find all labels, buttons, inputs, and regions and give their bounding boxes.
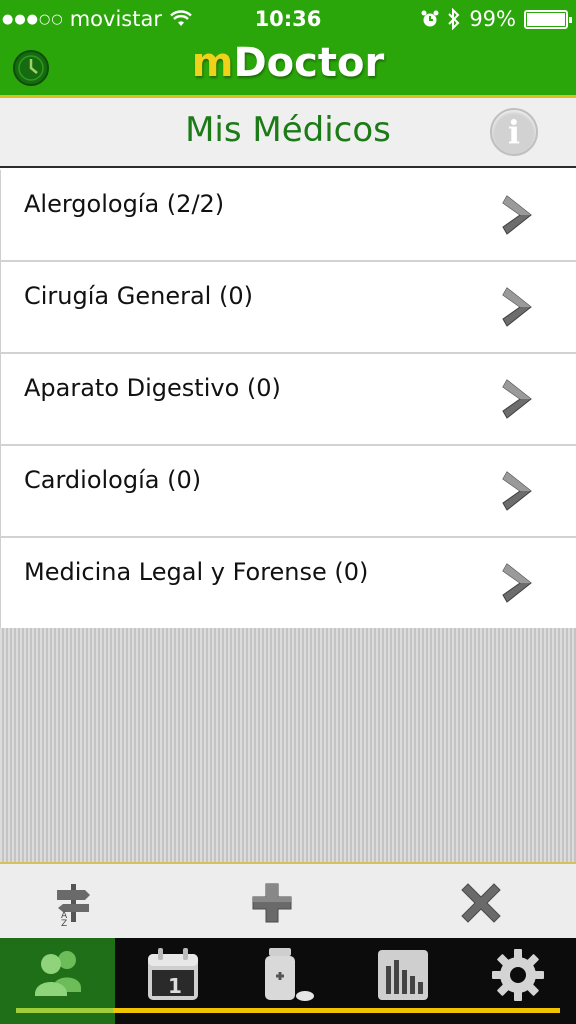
specialty-list: Alergología (2/2) Cirugía General (0) Ap… — [0, 170, 576, 630]
battery-icon — [524, 9, 572, 29]
svg-text:Z: Z — [61, 919, 67, 928]
info-icon: i — [507, 113, 521, 151]
list-item-label: Alergología (2/2) — [24, 190, 225, 218]
battery-percent: 99% — [469, 7, 516, 31]
list-item[interactable]: Cardiología (0) — [0, 446, 576, 538]
chevron-right-icon — [502, 195, 532, 235]
tab-indicator-active — [16, 1008, 113, 1013]
status-right: 99% — [421, 7, 572, 31]
app-title-prefix: m — [191, 40, 234, 86]
list-item[interactable]: Aparato Digestivo (0) — [0, 354, 576, 446]
info-button[interactable]: i — [490, 108, 538, 156]
calendar-day: 1 — [168, 974, 182, 998]
sort-az-signpost-icon: A Z — [57, 884, 90, 929]
chevron-right-icon — [502, 563, 532, 603]
medication-icon — [265, 948, 314, 1001]
app-title-rest: Doctor — [233, 40, 385, 86]
status-bar: ●●●○○ movistar 10:36 99% — [0, 0, 576, 38]
list-item[interactable]: Medicina Legal y Forense (0) — [0, 538, 576, 630]
chevron-right-icon — [502, 287, 532, 327]
stats-icon — [378, 950, 428, 1000]
settings-icon — [492, 949, 544, 1001]
list-item-label: Cirugía General (0) — [24, 282, 253, 310]
sort-az-button[interactable]: A Z — [49, 878, 99, 929]
calendar-icon: 1 — [148, 948, 198, 1000]
chevron-right-icon — [502, 471, 532, 511]
doctors-icon — [35, 951, 81, 996]
list-background — [0, 628, 576, 862]
delete-button[interactable] — [456, 878, 506, 928]
close-icon — [461, 883, 501, 923]
chevron-right-icon — [502, 379, 532, 419]
list-item[interactable]: Alergología (2/2) — [0, 170, 576, 262]
bluetooth-icon — [448, 8, 460, 30]
app-title: mDoctor — [0, 40, 576, 86]
list-item-label: Medicina Legal y Forense (0) — [24, 558, 369, 586]
list-item-label: Cardiología (0) — [24, 466, 202, 494]
alarm-icon — [421, 10, 439, 27]
plus-icon — [252, 883, 292, 923]
add-button[interactable] — [247, 878, 297, 928]
list-item-label: Aparato Digestivo (0) — [24, 374, 281, 402]
action-toolbar: A Z — [0, 862, 576, 938]
list-item[interactable]: Cirugía General (0) — [0, 262, 576, 354]
